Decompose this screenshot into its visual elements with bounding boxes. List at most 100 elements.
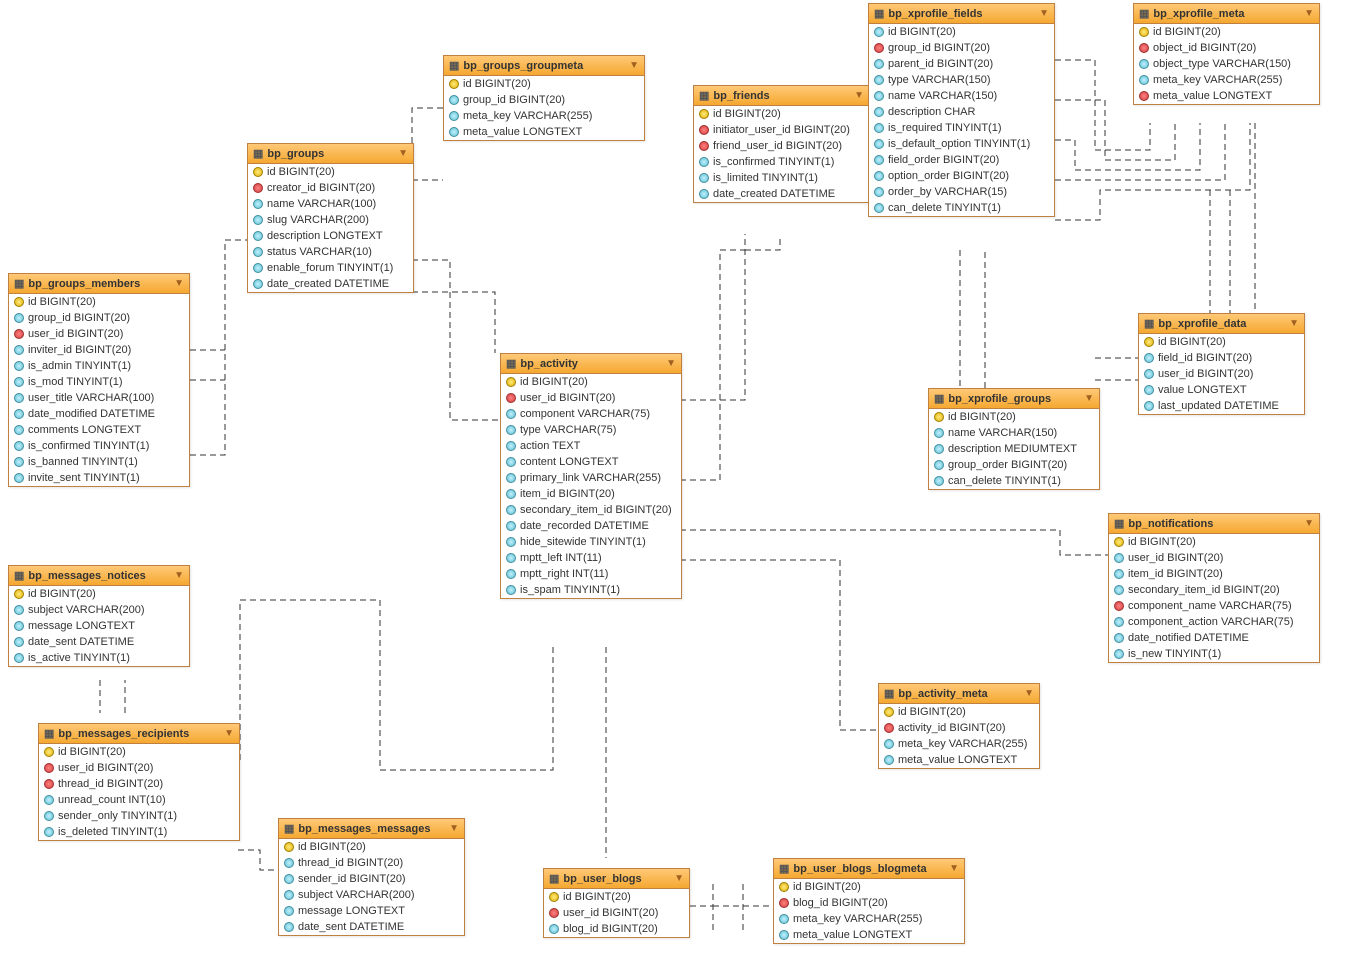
table-bp_activity_meta[interactable]: ▦bp_activity_meta▼id BIGINT(20)activity_… — [878, 683, 1040, 769]
collapse-icon[interactable]: ▼ — [174, 278, 184, 289]
table-bp_messages_notices[interactable]: ▦bp_messages_notices▼id BIGINT(20)subjec… — [8, 565, 190, 667]
column-row[interactable]: creator_id BIGINT(20) — [248, 180, 413, 196]
column-row[interactable]: blog_id BIGINT(20) — [774, 895, 964, 911]
collapse-icon[interactable]: ▼ — [854, 90, 864, 101]
column-row[interactable]: is_confirmed TINYINT(1) — [9, 438, 189, 454]
column-row[interactable]: user_id BIGINT(20) — [1109, 550, 1319, 566]
column-row[interactable]: meta_key VARCHAR(255) — [444, 108, 644, 124]
table-bp_friends[interactable]: ▦bp_friends▼id BIGINT(20)initiator_user_… — [693, 85, 870, 203]
column-row[interactable]: thread_id BIGINT(20) — [39, 776, 239, 792]
column-row[interactable]: user_id BIGINT(20) — [39, 760, 239, 776]
table-header[interactable]: ▦bp_friends▼ — [694, 86, 869, 106]
column-row[interactable]: thread_id BIGINT(20) — [279, 855, 464, 871]
column-row[interactable]: description CHAR — [869, 104, 1054, 120]
column-row[interactable]: can_delete TINYINT(1) — [929, 473, 1099, 489]
column-row[interactable]: is_limited TINYINT(1) — [694, 170, 869, 186]
column-row[interactable]: date_created DATETIME — [248, 276, 413, 292]
column-row[interactable]: date_notified DATETIME — [1109, 630, 1319, 646]
table-header[interactable]: ▦bp_messages_messages▼ — [279, 819, 464, 839]
column-row[interactable]: object_id BIGINT(20) — [1134, 40, 1319, 56]
column-row[interactable]: can_delete TINYINT(1) — [869, 200, 1054, 216]
column-row[interactable]: is_mod TINYINT(1) — [9, 374, 189, 390]
column-row[interactable]: name VARCHAR(100) — [248, 196, 413, 212]
column-row[interactable]: is_active TINYINT(1) — [9, 650, 189, 666]
column-row[interactable]: message LONGTEXT — [279, 903, 464, 919]
column-row[interactable]: id BIGINT(20) — [279, 839, 464, 855]
table-bp_user_blogs[interactable]: ▦bp_user_blogs▼id BIGINT(20)user_id BIGI… — [543, 868, 690, 938]
column-row[interactable]: unread_count INT(10) — [39, 792, 239, 808]
column-row[interactable]: item_id BIGINT(20) — [1109, 566, 1319, 582]
column-row[interactable]: id BIGINT(20) — [444, 76, 644, 92]
table-bp_xprofile_groups[interactable]: ▦bp_xprofile_groups▼id BIGINT(20)name VA… — [928, 388, 1100, 490]
table-header[interactable]: ▦bp_user_blogs_blogmeta▼ — [774, 859, 964, 879]
column-row[interactable]: is_banned TINYINT(1) — [9, 454, 189, 470]
column-row[interactable]: id BIGINT(20) — [1109, 534, 1319, 550]
collapse-icon[interactable]: ▼ — [1289, 318, 1299, 329]
column-row[interactable]: date_created DATETIME — [694, 186, 869, 202]
column-row[interactable]: field_order BIGINT(20) — [869, 152, 1054, 168]
column-row[interactable]: is_deleted TINYINT(1) — [39, 824, 239, 840]
column-row[interactable]: option_order BIGINT(20) — [869, 168, 1054, 184]
collapse-icon[interactable]: ▼ — [666, 358, 676, 369]
column-row[interactable]: is_required TINYINT(1) — [869, 120, 1054, 136]
column-row[interactable]: meta_value LONGTEXT — [444, 124, 644, 140]
column-row[interactable]: is_spam TINYINT(1) — [501, 582, 681, 598]
table-bp_user_blogs_blogmeta[interactable]: ▦bp_user_blogs_blogmeta▼id BIGINT(20)blo… — [773, 858, 965, 944]
column-row[interactable]: blog_id BIGINT(20) — [544, 921, 689, 937]
column-row[interactable]: action TEXT — [501, 438, 681, 454]
column-row[interactable]: order_by VARCHAR(15) — [869, 184, 1054, 200]
table-bp_notifications[interactable]: ▦bp_notifications▼id BIGINT(20)user_id B… — [1108, 513, 1320, 663]
column-row[interactable]: mptt_right INT(11) — [501, 566, 681, 582]
collapse-icon[interactable]: ▼ — [449, 823, 459, 834]
table-header[interactable]: ▦bp_activity▼ — [501, 354, 681, 374]
collapse-icon[interactable]: ▼ — [224, 728, 234, 739]
column-row[interactable]: id BIGINT(20) — [501, 374, 681, 390]
collapse-icon[interactable]: ▼ — [398, 148, 408, 159]
collapse-icon[interactable]: ▼ — [629, 60, 639, 71]
column-row[interactable]: meta_key VARCHAR(255) — [879, 736, 1039, 752]
column-row[interactable]: id BIGINT(20) — [39, 744, 239, 760]
column-row[interactable]: meta_key VARCHAR(255) — [774, 911, 964, 927]
collapse-icon[interactable]: ▼ — [1024, 688, 1034, 699]
column-row[interactable]: message LONGTEXT — [9, 618, 189, 634]
column-row[interactable]: name VARCHAR(150) — [869, 88, 1054, 104]
column-row[interactable]: friend_user_id BIGINT(20) — [694, 138, 869, 154]
table-header[interactable]: ▦bp_user_blogs▼ — [544, 869, 689, 889]
column-row[interactable]: parent_id BIGINT(20) — [869, 56, 1054, 72]
column-row[interactable]: item_id BIGINT(20) — [501, 486, 681, 502]
column-row[interactable]: secondary_item_id BIGINT(20) — [501, 502, 681, 518]
column-row[interactable]: id BIGINT(20) — [694, 106, 869, 122]
column-row[interactable]: field_id BIGINT(20) — [1139, 350, 1304, 366]
table-header[interactable]: ▦bp_messages_recipients▼ — [39, 724, 239, 744]
column-row[interactable]: meta_key VARCHAR(255) — [1134, 72, 1319, 88]
column-row[interactable]: primary_link VARCHAR(255) — [501, 470, 681, 486]
column-row[interactable]: component_action VARCHAR(75) — [1109, 614, 1319, 630]
column-row[interactable]: object_type VARCHAR(150) — [1134, 56, 1319, 72]
table-header[interactable]: ▦bp_groups_groupmeta▼ — [444, 56, 644, 76]
column-row[interactable]: date_sent DATETIME — [9, 634, 189, 650]
column-row[interactable]: description LONGTEXT — [248, 228, 413, 244]
column-row[interactable]: id BIGINT(20) — [879, 704, 1039, 720]
table-bp_activity[interactable]: ▦bp_activity▼id BIGINT(20)user_id BIGINT… — [500, 353, 682, 599]
column-row[interactable]: component VARCHAR(75) — [501, 406, 681, 422]
column-row[interactable]: slug VARCHAR(200) — [248, 212, 413, 228]
table-header[interactable]: ▦bp_messages_notices▼ — [9, 566, 189, 586]
column-row[interactable]: meta_value LONGTEXT — [774, 927, 964, 943]
column-row[interactable]: user_id BIGINT(20) — [501, 390, 681, 406]
table-bp_messages_recipients[interactable]: ▦bp_messages_recipients▼id BIGINT(20)use… — [38, 723, 240, 841]
column-row[interactable]: hide_sitewide TINYINT(1) — [501, 534, 681, 550]
collapse-icon[interactable]: ▼ — [1304, 8, 1314, 19]
table-bp_groups_groupmeta[interactable]: ▦bp_groups_groupmeta▼id BIGINT(20)group_… — [443, 55, 645, 141]
column-row[interactable]: meta_value LONGTEXT — [1134, 88, 1319, 104]
column-row[interactable]: date_modified DATETIME — [9, 406, 189, 422]
column-row[interactable]: initiator_user_id BIGINT(20) — [694, 122, 869, 138]
table-bp_groups_members[interactable]: ▦bp_groups_members▼id BIGINT(20)group_id… — [8, 273, 190, 487]
column-row[interactable]: invite_sent TINYINT(1) — [9, 470, 189, 486]
column-row[interactable]: subject VARCHAR(200) — [279, 887, 464, 903]
column-row[interactable]: group_id BIGINT(20) — [9, 310, 189, 326]
column-row[interactable]: activity_id BIGINT(20) — [879, 720, 1039, 736]
column-row[interactable]: date_recorded DATETIME — [501, 518, 681, 534]
table-header[interactable]: ▦bp_xprofile_meta▼ — [1134, 4, 1319, 24]
column-row[interactable]: meta_value LONGTEXT — [879, 752, 1039, 768]
column-row[interactable]: name VARCHAR(150) — [929, 425, 1099, 441]
